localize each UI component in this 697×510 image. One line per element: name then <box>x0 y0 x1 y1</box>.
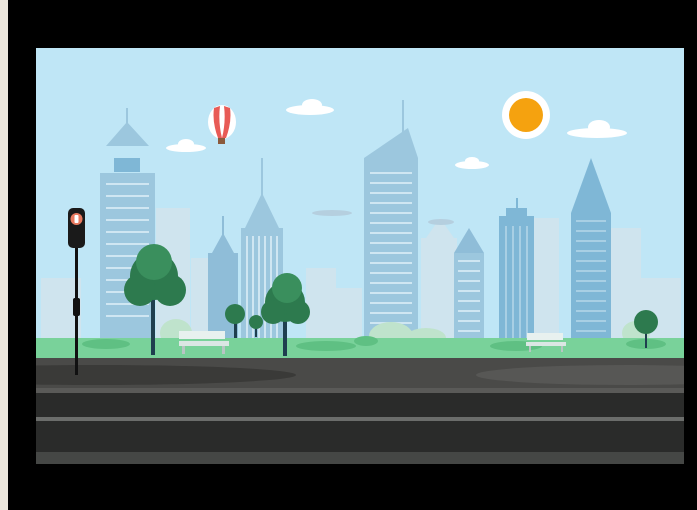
sun <box>502 91 550 139</box>
building-left-tower <box>100 108 155 348</box>
game-scene <box>36 48 684 464</box>
road-lane-line <box>36 417 684 421</box>
road-bottom-edge <box>36 452 684 464</box>
building-pointed-mid <box>454 228 484 348</box>
road-curb <box>36 388 684 393</box>
building-mid-right <box>499 198 534 348</box>
